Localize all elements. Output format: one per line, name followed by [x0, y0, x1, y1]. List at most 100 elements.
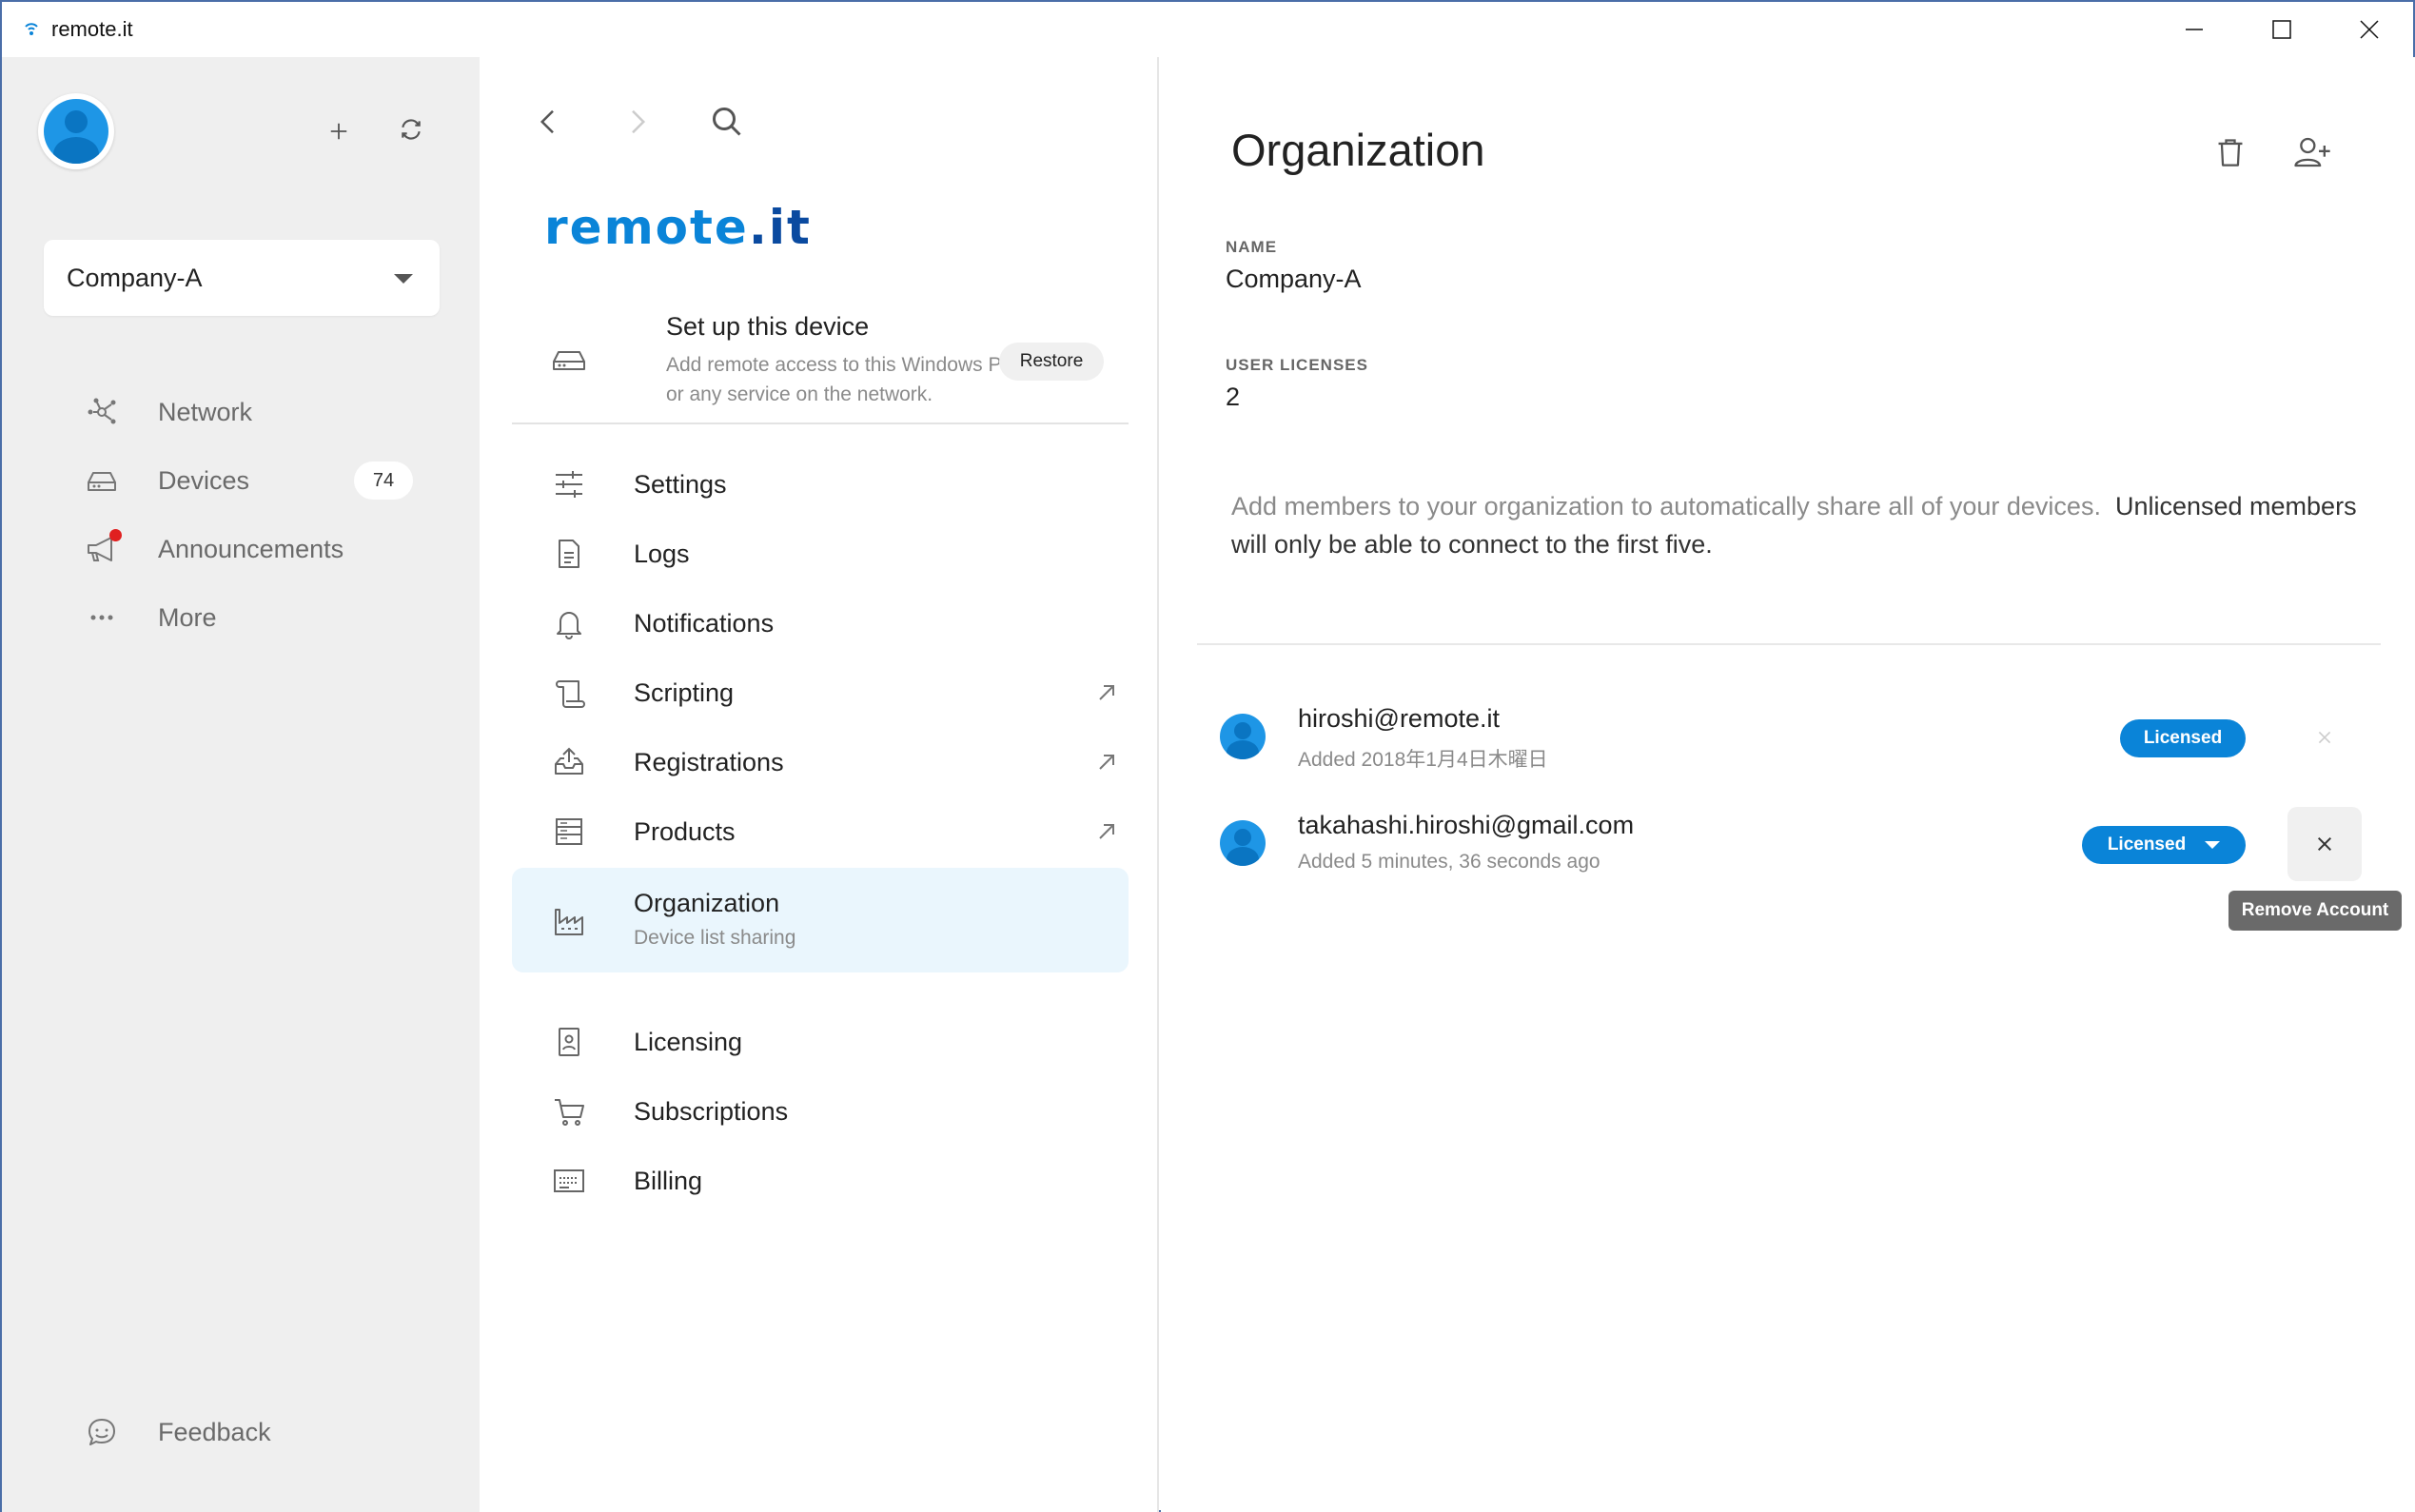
maximize-icon — [2272, 20, 2291, 39]
menu-item-label: Products — [634, 816, 736, 846]
close-window-button[interactable] — [2326, 2, 2413, 57]
minimize-icon — [2186, 29, 2203, 30]
sidebar-item-feedback[interactable]: Feedback — [78, 1408, 271, 1456]
more-icon — [78, 594, 126, 641]
maximize-button[interactable] — [2238, 2, 2326, 57]
left-sidebar: Company-A Network Devices 74 Announcemen… — [2, 57, 480, 1512]
plus-icon — [330, 123, 347, 140]
licenses-value: 2 — [1226, 383, 1241, 411]
sidebar-item-network[interactable]: Network — [78, 388, 252, 436]
delete-organization-button[interactable] — [2208, 129, 2253, 175]
menu-item-registrations[interactable]: Registrations — [512, 729, 1129, 795]
add-member-button[interactable] — [2289, 129, 2335, 175]
close-icon — [2360, 20, 2379, 39]
minimize-button[interactable] — [2150, 2, 2238, 57]
member-row: takahashi.hiroshi@gmail.com Added 5 minu… — [1218, 795, 2379, 881]
hard-drive-icon — [550, 343, 588, 385]
sidebar-item-announcements[interactable]: Announcements — [78, 525, 344, 573]
license-select-label: Licensed — [2107, 835, 2187, 854]
menu-item-subscriptions[interactable]: Subscriptions — [512, 1078, 1129, 1145]
menu-item-label: Subscriptions — [634, 1096, 789, 1126]
license-badge-label: Licensed — [2143, 728, 2223, 748]
network-icon — [78, 388, 126, 436]
refresh-icon — [402, 119, 421, 140]
user-avatar[interactable] — [38, 93, 114, 169]
document-icon — [550, 535, 588, 573]
external-link-icon — [1099, 824, 1114, 839]
menu-item-settings[interactable]: Settings — [512, 451, 1129, 518]
member-added-date: Added 2018年1月4日木曜日 — [1298, 749, 1548, 771]
scroll-icon — [550, 674, 588, 712]
avatar-icon — [44, 99, 108, 164]
sidebar-item-label: Network — [158, 397, 253, 426]
remoteit-logo: remote.it — [544, 200, 812, 255]
page-title: Organization — [1231, 125, 1485, 175]
menu-item-sublabel: Device list sharing — [634, 927, 796, 949]
menu-item-label: Notifications — [634, 608, 775, 638]
menu-item-label: Licensing — [634, 1027, 743, 1056]
sidebar-item-devices[interactable]: Devices — [78, 457, 249, 504]
menu-item-scripting[interactable]: Scripting — [512, 659, 1129, 726]
member-added-date: Added 5 minutes, 36 seconds ago — [1298, 851, 1600, 873]
title-bar: remote.it — [2, 2, 2413, 57]
add-user-icon — [2294, 137, 2330, 167]
menu-item-label: Settings — [634, 469, 727, 499]
avatar-icon — [1220, 714, 1266, 759]
menu-item-billing[interactable]: Billing — [512, 1148, 1129, 1214]
license-select[interactable]: Licensed — [2082, 826, 2246, 864]
app-window: remote.it Company-A Network Devices 74 A… — [0, 0, 2415, 1512]
refresh-button[interactable] — [392, 110, 430, 148]
setup-device-row[interactable]: Set up this device Add remote access to … — [512, 303, 1129, 424]
feedback-icon — [78, 1408, 126, 1456]
sidebar-item-label: Announcements — [158, 534, 344, 563]
menu-item-notifications[interactable]: Notifications — [512, 590, 1129, 657]
licenses-label: USER LICENSES — [1226, 356, 1368, 374]
external-link-icon — [1099, 755, 1114, 770]
remove-member-button[interactable] — [2287, 700, 2362, 775]
sidebar-item-label: Feedback — [158, 1417, 271, 1446]
menu-item-products[interactable]: Products — [512, 798, 1129, 865]
caret-down-icon — [2205, 841, 2221, 849]
upload-box-icon — [550, 743, 588, 781]
organization-select[interactable]: Company-A — [44, 240, 440, 316]
notification-dot — [109, 529, 122, 541]
external-link-icon — [1099, 685, 1114, 700]
menu-item-label: Registrations — [634, 747, 784, 776]
license-badge: Licensed — [2120, 719, 2246, 757]
search-button[interactable] — [706, 101, 748, 143]
divider — [1197, 643, 2381, 645]
server-rack-icon — [550, 813, 588, 851]
add-button[interactable] — [320, 112, 358, 150]
forward-button[interactable] — [617, 101, 658, 143]
devices-icon — [78, 457, 126, 504]
sidebar-item-more[interactable]: More — [78, 594, 217, 641]
menu-item-label: Organization — [634, 889, 780, 917]
member-email: takahashi.hiroshi@gmail.com — [1298, 811, 1635, 839]
bell-icon — [550, 604, 588, 642]
sidebar-item-label: More — [158, 602, 217, 632]
back-button[interactable] — [527, 101, 569, 143]
menu-item-label: Billing — [634, 1166, 703, 1195]
organization-info-text: Add members to your organization to auto… — [1231, 487, 2373, 563]
menu-item-label: Logs — [634, 539, 690, 568]
menu-item-label: Scripting — [634, 677, 735, 707]
remove-member-button[interactable] — [2287, 807, 2362, 881]
logo-suffix: .it — [748, 200, 812, 255]
logo-text: remote — [544, 200, 749, 255]
megaphone-icon — [78, 525, 126, 573]
setup-description: Add remote access to this Windows PC or … — [666, 354, 1016, 405]
menu-item-licensing[interactable]: Licensing — [512, 1009, 1129, 1075]
cart-icon — [550, 1092, 588, 1130]
trash-icon — [2218, 139, 2243, 167]
member-row: hiroshi@remote.it Added 2018年1月4日木曜日 Lic… — [1218, 689, 2379, 775]
restore-button[interactable]: Restore — [999, 343, 1104, 381]
name-value: Company-A — [1226, 265, 1362, 293]
menu-item-logs[interactable]: Logs — [512, 520, 1129, 587]
organization-select-value: Company-A — [67, 263, 203, 292]
member-avatar — [1218, 712, 1267, 761]
menu-item-organization[interactable]: Organization Device list sharing — [512, 868, 1129, 972]
member-avatar — [1218, 818, 1267, 868]
organization-content: Organization NAME Company-A USER LICENSE… — [1161, 57, 2415, 1512]
close-icon — [2317, 836, 2332, 852]
window-title: remote.it — [51, 17, 133, 41]
